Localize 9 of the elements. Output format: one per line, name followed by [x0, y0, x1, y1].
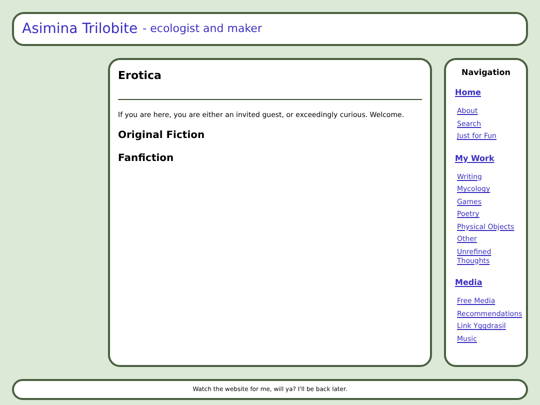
nav-heading-link[interactable]: Media	[455, 277, 482, 289]
site-title: Asimina Trilobite	[22, 20, 138, 38]
section-heading: Fanfiction	[118, 152, 175, 166]
section-heading: Original Fiction	[118, 129, 206, 143]
navigation-title: Navigation	[462, 67, 510, 79]
nav-heading-link[interactable]: My Work	[455, 152, 494, 164]
page-heading: Erotica	[118, 68, 162, 84]
site-subtitle: - ecologist and maker	[142, 20, 262, 37]
nav-heading-link[interactable]: Home	[455, 87, 481, 99]
